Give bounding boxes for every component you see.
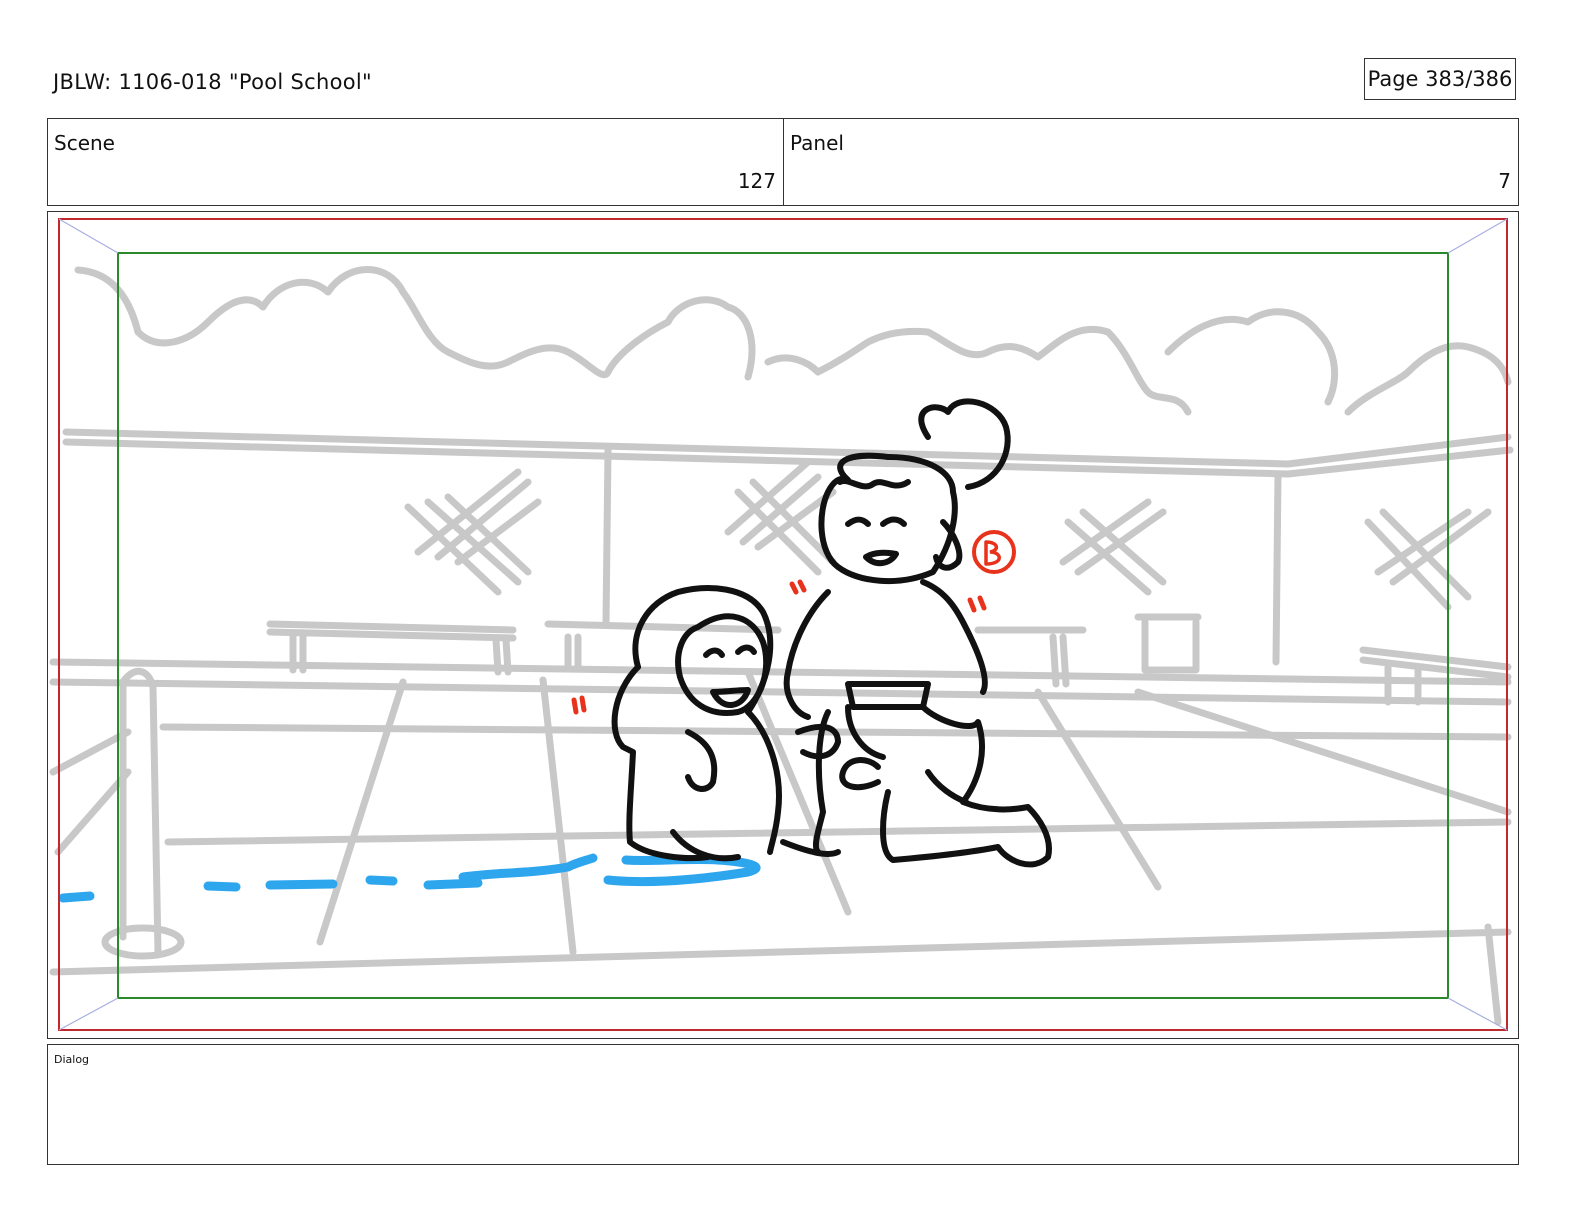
scene-label: Scene [54, 131, 115, 155]
storyboard-title: JBLW: 1106-018 "Pool School" [53, 70, 372, 94]
water-puddle [58, 853, 761, 903]
scene-cell: Scene 127 [48, 119, 784, 205]
dialog-box: Dialog [47, 1044, 1519, 1165]
scene-panel-info: Scene 127 Panel 7 [47, 118, 1519, 206]
panel-cell: Panel 7 [784, 119, 1518, 205]
panel-drawing [49, 218, 1514, 1031]
panel-number: 7 [1498, 169, 1511, 193]
panel-label: Panel [790, 131, 844, 155]
scene-number: 127 [737, 169, 776, 193]
storyboard-panel-frame [47, 211, 1519, 1039]
page-number: Page 383/386 [1364, 58, 1516, 100]
background-sketch [49, 266, 1514, 1026]
dialog-label: Dialog [54, 1053, 90, 1066]
